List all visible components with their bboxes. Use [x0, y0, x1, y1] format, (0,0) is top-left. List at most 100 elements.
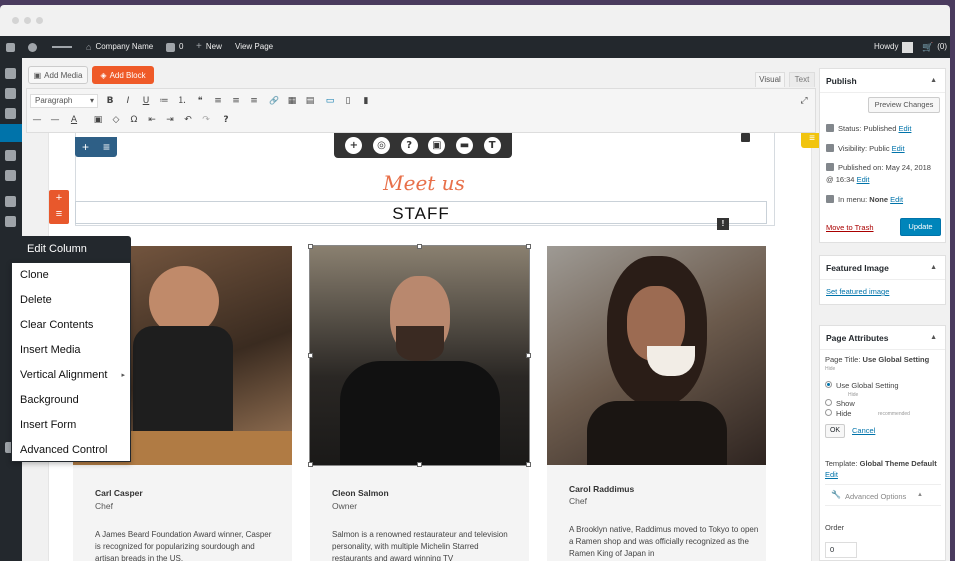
plugins-icon[interactable] [5, 196, 16, 207]
team-photo-2[interactable] [309, 245, 530, 466]
clear-formatting-icon[interactable]: ◇ [109, 113, 123, 127]
underline-button[interactable]: U [139, 94, 153, 108]
staff-heading[interactable]: STAFF [76, 204, 766, 224]
outdent-icon[interactable]: ⇤ [145, 113, 159, 127]
horizontal-rule-icon[interactable]: — [30, 113, 44, 127]
advanced-options-toggle[interactable]: 🔧 Advanced Options ▲ [825, 484, 941, 506]
set-featured-image-link[interactable]: Set featured image [826, 287, 889, 296]
radio-show[interactable] [825, 399, 832, 406]
brush-icon[interactable] [5, 108, 16, 119]
italic-button[interactable]: I [121, 94, 135, 108]
resize-handle[interactable] [526, 462, 531, 467]
date-edit-link[interactable]: Edit [857, 175, 870, 184]
thumbtack-icon[interactable] [5, 170, 16, 181]
layout-icon[interactable]: ▬ [455, 137, 473, 154]
menu-item-vertical-alignment[interactable]: Vertical Alignment ▸ [20, 363, 125, 388]
menu-item-advanced-control[interactable]: Advanced Control [20, 438, 125, 463]
add-row-icon[interactable]: + [82, 140, 89, 154]
add-block-button[interactable]: ◈ Add Block [92, 66, 154, 84]
window-dot-maximize[interactable] [36, 17, 43, 24]
block-handle[interactable]: + ≡ [49, 190, 69, 224]
collapse-arrow-icon[interactable]: ▲ [930, 326, 937, 350]
order-input[interactable]: 0 [825, 542, 857, 558]
site-name-link[interactable]: ⌂ Company Name [86, 36, 153, 58]
staff-heading-box[interactable]: STAFF [75, 201, 767, 224]
tab-visual[interactable]: Visual [755, 72, 785, 87]
strikethrough-icon[interactable]: — [48, 113, 62, 127]
resize-handle[interactable] [308, 353, 313, 358]
align-left-icon[interactable]: ≡ [211, 94, 225, 108]
media-icon[interactable] [5, 150, 16, 161]
add-media-button[interactable]: ▣ Add Media [28, 66, 88, 84]
resize-handle[interactable] [417, 462, 422, 467]
bold-button[interactable]: B [103, 94, 117, 108]
window-dot-minimize[interactable] [24, 17, 31, 24]
radio-hide[interactable] [825, 409, 832, 416]
format-select[interactable]: Paragraph [30, 94, 98, 108]
menu-item-clone[interactable]: Clone [20, 263, 125, 288]
collapse-arrow-icon[interactable]: ▲ [930, 69, 937, 93]
settings-marker-icon[interactable] [741, 133, 750, 142]
align-right-icon[interactable]: ≡ [247, 94, 261, 108]
link-icon[interactable]: 🔗 [267, 94, 281, 108]
menu-item-delete[interactable]: Delete [20, 288, 125, 313]
indent-icon[interactable]: ⇥ [163, 113, 177, 127]
script-heading[interactable]: Meet us [359, 171, 489, 195]
pages-icon[interactable] [0, 124, 22, 142]
radio-global-setting[interactable] [825, 381, 832, 388]
featured-image-header[interactable]: Featured Image ▲ [820, 256, 945, 280]
mobile-preview-icon[interactable]: ▮ [359, 94, 373, 108]
special-character-icon[interactable]: Ω [127, 113, 141, 127]
update-button[interactable]: Update [900, 218, 941, 236]
help-icon[interactable]: ? [400, 137, 418, 154]
resize-handle[interactable] [526, 244, 531, 249]
team-card-3[interactable]: Carol Raddimus Chef A Brooklyn native, R… [547, 246, 766, 561]
blockquote-icon[interactable]: ❝ [193, 94, 207, 108]
cancel-link[interactable]: Cancel [852, 426, 875, 435]
help-icon[interactable]: ? [219, 113, 233, 127]
tablet-preview-icon[interactable]: ▯ [341, 94, 355, 108]
insert-more-icon[interactable]: ▦ [285, 94, 299, 108]
status-edit-link[interactable]: Edit [899, 124, 912, 133]
ok-button[interactable]: OK [825, 424, 845, 438]
visibility-edit-link[interactable]: Edit [892, 144, 905, 153]
text-icon[interactable]: T [483, 137, 501, 154]
redo-icon[interactable]: ↷ [199, 113, 213, 127]
editor-canvas[interactable]: + ≡ + ◎ ? ▣ ▬ T ≡ Meet us STAFF ! + ≡ Ca… [48, 133, 823, 561]
new-content-link[interactable]: + New [196, 36, 222, 58]
row-controls[interactable]: + ≡ [75, 137, 117, 157]
resize-handle[interactable] [526, 353, 531, 358]
menu-item-background[interactable]: Background [20, 388, 125, 413]
menu-item-clear-contents[interactable]: Clear Contents [20, 313, 125, 338]
add-block-icon[interactable]: + [49, 190, 69, 206]
pin-icon[interactable] [5, 88, 16, 99]
table-icon[interactable]: ▤ [303, 94, 317, 108]
desktop-preview-icon[interactable]: ▭ [323, 94, 337, 108]
page-attributes-header[interactable]: Page Attributes ▲ [820, 326, 945, 350]
template-edit-link[interactable]: Edit [825, 470, 838, 479]
resize-handle[interactable] [308, 244, 313, 249]
row-menu-icon[interactable]: ≡ [103, 140, 110, 154]
cart-link[interactable]: 🛒 (0) [922, 36, 947, 58]
element-info-icon[interactable]: ! [717, 218, 729, 230]
block-menu-icon[interactable]: ≡ [49, 206, 69, 222]
menu-item-insert-form[interactable]: Insert Form [20, 413, 125, 438]
dashboard-icon[interactable] [5, 68, 16, 79]
window-dot-close[interactable] [12, 17, 19, 24]
resize-handle[interactable] [417, 244, 422, 249]
admin-menu-toggle[interactable] [6, 36, 15, 58]
bullet-list-icon[interactable]: ≔ [157, 94, 171, 108]
move-to-trash-link[interactable]: Move to Trash [826, 223, 874, 232]
team-photo-3[interactable] [547, 246, 766, 465]
text-color-icon[interactable]: A [67, 113, 81, 127]
image-icon[interactable]: ▣ [428, 137, 446, 154]
view-page-link[interactable]: View Page [235, 36, 273, 58]
globe-icon[interactable]: ◎ [372, 137, 390, 154]
tab-text[interactable]: Text [789, 72, 815, 87]
team-card-2[interactable]: Cleon Salmon Owner Salmon is a renowned … [308, 244, 531, 561]
publish-header[interactable]: Publish ▲ [820, 69, 945, 93]
add-element-icon[interactable]: + [345, 137, 363, 154]
comments-link[interactable]: 0 [166, 36, 183, 58]
align-center-icon[interactable]: ≡ [229, 94, 243, 108]
paste-text-icon[interactable]: ▣ [91, 113, 105, 127]
